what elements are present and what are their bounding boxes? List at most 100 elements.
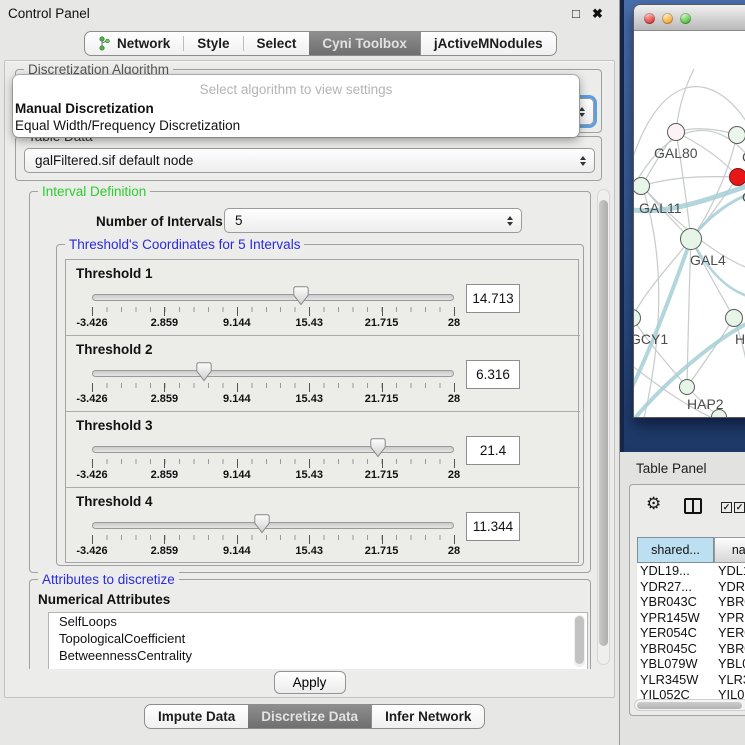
slider-thumb[interactable] [196, 362, 212, 382]
tab-jactivemnodules[interactable]: jActiveMNodules [420, 32, 556, 55]
algorithm-option-manual[interactable]: Manual Discretization [15, 101, 154, 116]
column-header-shared-name[interactable]: shared... [637, 537, 714, 563]
threshold-slider[interactable]: -3.426 2.859 9.144 15.43 21.715 28 [92, 336, 454, 412]
list-item[interactable]: TopologicalCoefficient [49, 630, 587, 647]
horizontal-scrollbar[interactable] [634, 699, 745, 711]
table-row[interactable]: YDL19...YDL1... [637, 563, 745, 579]
slider-thumb[interactable] [370, 438, 386, 458]
minimize-traffic-light-icon[interactable] [662, 13, 673, 24]
checkbox-icon[interactable]: ✓ [721, 502, 732, 513]
tick-mark [237, 383, 238, 392]
tab-impute-data[interactable]: Impute Data [145, 705, 248, 728]
column-header-name[interactable]: na... [714, 537, 745, 563]
list-item[interactable]: SelfLoops [49, 613, 587, 630]
tick-mark [382, 307, 383, 316]
tab-select-label: Select [257, 36, 297, 51]
table-row[interactable]: YBR043CYBR0... [637, 594, 745, 610]
tab-discretize-data[interactable]: Discretize Data [248, 705, 371, 728]
network-node-hap2[interactable] [679, 379, 695, 395]
table-row[interactable]: YBR045CYBR0... [637, 641, 745, 657]
network-window-titlebar[interactable] [634, 5, 745, 31]
combo-arrows-icon [580, 156, 586, 166]
tick-label: 9.144 [223, 317, 251, 329]
table-row[interactable]: YLR345WYLR3... [637, 672, 745, 688]
tab-infer-network[interactable]: Infer Network [371, 705, 484, 728]
cell: YBL079W [640, 656, 698, 671]
slider-track[interactable] [92, 522, 454, 529]
numerical-attributes-list[interactable]: SelfLoops TopologicalCoefficient Between… [48, 612, 588, 669]
cell: YDR27... [640, 579, 692, 594]
slider-thumb[interactable] [293, 286, 309, 306]
table-row[interactable]: YBL079WYBL0... [637, 656, 745, 672]
list-scrollbar[interactable] [574, 615, 585, 667]
tab-discretize-data-label: Discretize Data [261, 709, 358, 724]
tick-label: 15.43 [295, 393, 323, 405]
list-item[interactable]: BetweennessCentrality [49, 647, 587, 664]
tick-mark [92, 459, 93, 468]
threshold-slider[interactable]: -3.426 2.859 9.144 15.43 21.715 28 [92, 412, 454, 488]
threshold-slider[interactable]: -3.426 2.859 9.144 15.43 21.715 28 [92, 260, 454, 336]
number-of-intervals-combobox[interactable]: 5 [224, 208, 522, 233]
tab-network[interactable]: Network [85, 32, 183, 55]
network-node-gal80[interactable] [667, 123, 685, 141]
close-window-icon[interactable]: ✖ [592, 6, 603, 22]
slider-ticks [92, 535, 454, 540]
table-row[interactable]: YER054CYER0... [637, 625, 745, 641]
tick-mark [309, 459, 310, 468]
cell: YBR045C [640, 641, 697, 656]
table-row[interactable]: YDR27...YDR2... [637, 579, 745, 595]
tab-cyni-toolbox-label: Cyni Toolbox [322, 36, 407, 51]
network-node-partial[interactable] [725, 309, 743, 327]
threshold-panel-2: Threshold 2 -3.426 2.859 9.144 [66, 336, 580, 412]
slider-track[interactable] [92, 446, 454, 453]
tab-style-label: Style [197, 36, 229, 51]
zoom-traffic-light-icon[interactable] [680, 13, 691, 24]
table-panel-title: Table Panel [636, 461, 707, 476]
network-node-partial[interactable] [728, 126, 745, 144]
slider-track[interactable] [92, 370, 454, 377]
threshold-value-field[interactable]: 21.4 [466, 436, 520, 465]
settings-scrollbar[interactable] [597, 189, 610, 665]
tick-mark [164, 535, 165, 544]
table-data-combobox[interactable]: galFiltered.sif default node [24, 148, 595, 173]
network-node-selected-red[interactable] [729, 168, 745, 186]
slider-thumb[interactable] [254, 514, 270, 534]
threshold-value-field[interactable]: 11.344 [466, 512, 520, 541]
tick-mark [237, 459, 238, 468]
close-traffic-light-icon[interactable] [644, 13, 655, 24]
apply-button[interactable]: Apply [274, 671, 346, 694]
checkbox-icon[interactable]: ✓ [734, 502, 745, 513]
tick-label: -3.426 [76, 393, 107, 405]
thresholds-group: Threshold's Coordinates for 5 Intervals … [56, 244, 584, 566]
gear-icon[interactable]: ⚙ [646, 494, 661, 514]
tick-label: 28 [448, 317, 460, 329]
float-window-icon[interactable]: □ [572, 6, 580, 21]
threshold-value-field[interactable]: 14.713 [466, 284, 520, 313]
threshold-slider[interactable]: -3.426 2.859 9.144 15.43 21.715 28 [92, 488, 454, 564]
tick-label: 21.715 [365, 545, 399, 557]
tick-label: -3.426 [76, 317, 107, 329]
tick-label: 2.859 [151, 469, 179, 481]
slider-ticks [92, 383, 454, 388]
table-rows[interactable]: YDL19...YDL1... YDR27...YDR2... YBR043CY… [637, 563, 745, 701]
algorithm-option-equal-width[interactable]: Equal Width/Frequency Discretization [15, 118, 240, 133]
cyni-toolbox-panel: Discretization Algorithm Select algorith… [4, 60, 615, 698]
table-row[interactable]: YPR145WYPR1... [637, 610, 745, 626]
tick-label: 9.144 [223, 545, 251, 557]
slider-track[interactable] [92, 294, 454, 301]
threshold-value-field[interactable]: 6.316 [466, 360, 520, 389]
tick-label: 21.715 [365, 469, 399, 481]
network-canvas[interactable]: GAL80 G C GAL11 GAL4 GCY1 H HAP2 [634, 31, 745, 418]
tab-select[interactable]: Select [244, 32, 310, 55]
cell: YER0... [718, 625, 745, 640]
node-label: GAL80 [654, 145, 698, 161]
tab-infer-network-label: Infer Network [385, 709, 471, 724]
tab-cyni-toolbox[interactable]: Cyni Toolbox [309, 32, 420, 55]
network-view-window[interactable]: GAL80 G C GAL11 GAL4 GCY1 H HAP2 [633, 4, 745, 418]
network-node-gal4[interactable] [680, 228, 702, 250]
tick-mark [309, 383, 310, 392]
table-panel-body: ⚙ ✓ ✓ shared... na... YDL19...YDL1... YD… [629, 484, 745, 716]
split-columns-icon[interactable] [684, 498, 702, 514]
tab-jactivemnodules-label: jActiveMNodules [434, 36, 543, 51]
tab-style[interactable]: Style [184, 32, 242, 55]
